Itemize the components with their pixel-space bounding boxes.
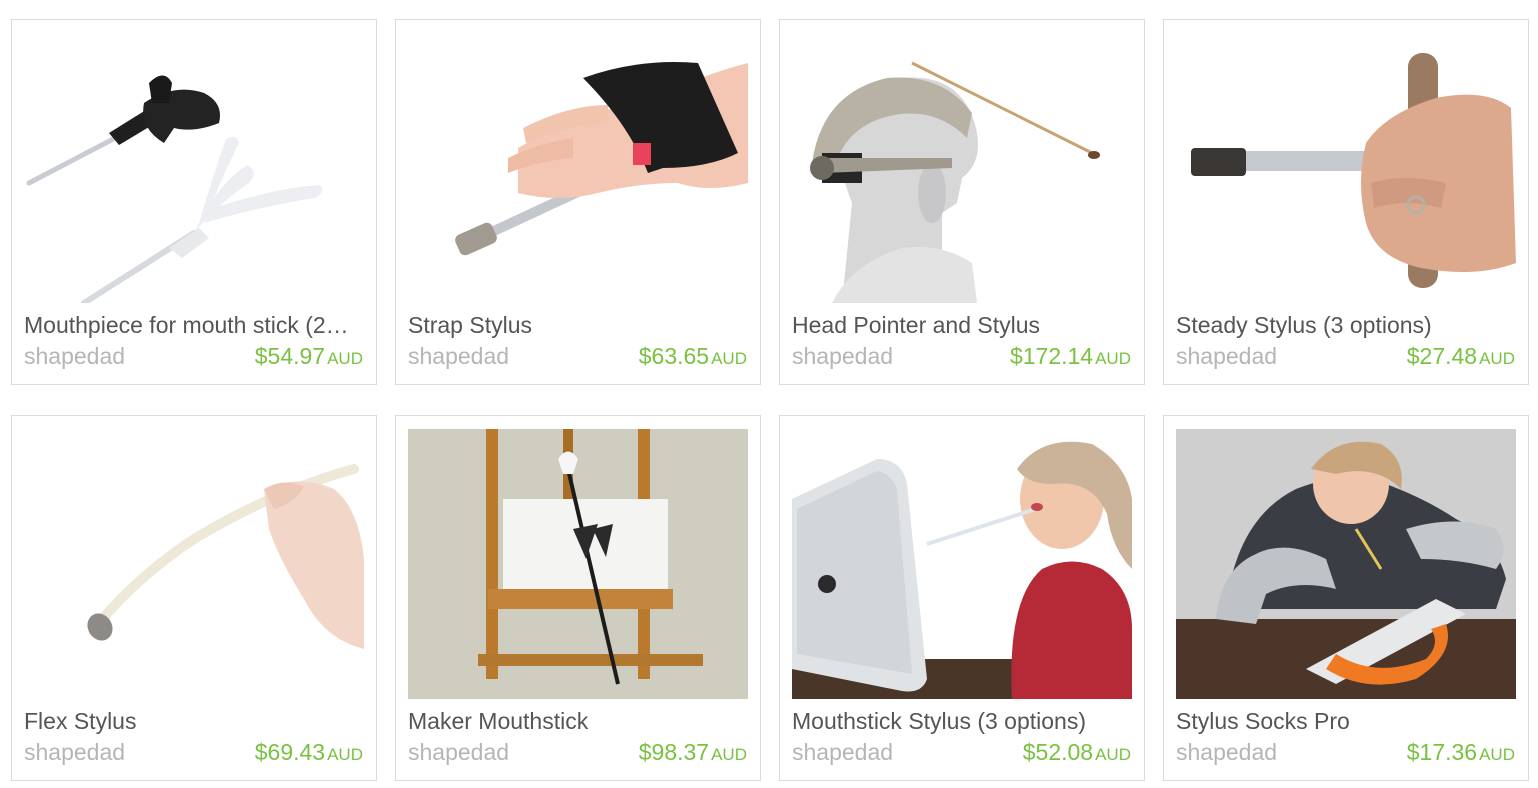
maker-mouthstick-photo (408, 429, 748, 699)
product-title[interactable]: Flex Stylus (24, 708, 366, 735)
price: $98.37 AUD (639, 739, 747, 766)
product-card[interactable]: Head Pointer and Stylus shapedad $172.14… (779, 19, 1145, 385)
strap-stylus-photo (408, 33, 748, 303)
price-amount: $27.48 (1406, 343, 1478, 369)
product-title[interactable]: Strap Stylus (408, 312, 750, 339)
price: $54.97 AUD (255, 343, 363, 370)
product-card[interactable]: Strap Stylus shapedad $63.65 AUD (395, 19, 761, 385)
shop-name[interactable]: shapedad (792, 739, 893, 766)
shop-name[interactable]: shapedad (24, 739, 125, 766)
product-image[interactable] (792, 33, 1132, 303)
price: $52.08 AUD (1023, 739, 1131, 766)
product-title[interactable]: Stylus Socks Pro (1176, 708, 1518, 735)
product-image[interactable] (1176, 429, 1516, 699)
price-amount: $63.65 (638, 343, 710, 369)
price-amount: $52.08 (1022, 739, 1094, 765)
product-image[interactable] (24, 429, 364, 699)
product-image[interactable] (792, 429, 1132, 699)
price-currency: AUD (1095, 349, 1131, 368)
product-image[interactable] (24, 33, 364, 303)
stylus-socks-photo (1176, 429, 1516, 699)
price: $17.36 AUD (1407, 739, 1515, 766)
mouthpiece-photo (24, 33, 364, 303)
price-currency: AUD (1479, 349, 1515, 368)
price-currency: AUD (327, 349, 363, 368)
product-title[interactable]: Head Pointer and Stylus (792, 312, 1134, 339)
price-currency: AUD (1479, 745, 1515, 764)
product-image[interactable] (408, 429, 748, 699)
steady-stylus-photo (1176, 33, 1516, 303)
shop-name[interactable]: shapedad (792, 343, 893, 370)
product-card[interactable]: Maker Mouthstick shapedad $98.37 AUD (395, 415, 761, 781)
product-title[interactable]: Mouthstick Stylus (3 options) (792, 708, 1134, 735)
product-card[interactable]: Mouthpiece for mouth stick (2… shapedad … (11, 19, 377, 385)
price-amount: $98.37 (638, 739, 710, 765)
mouthstick-stylus-photo (792, 429, 1132, 699)
price-currency: AUD (711, 349, 747, 368)
head-pointer-photo (792, 33, 1132, 303)
shop-name[interactable]: shapedad (1176, 739, 1277, 766)
product-card[interactable]: Stylus Socks Pro shapedad $17.36 AUD (1163, 415, 1529, 781)
shop-name[interactable]: shapedad (408, 343, 509, 370)
product-card[interactable]: Flex Stylus shapedad $69.43 AUD (11, 415, 377, 781)
product-title[interactable]: Maker Mouthstick (408, 708, 750, 735)
product-image[interactable] (1176, 33, 1516, 303)
price: $27.48 AUD (1407, 343, 1515, 370)
price-amount: $54.97 (254, 343, 326, 369)
price-currency: AUD (1095, 745, 1131, 764)
product-title[interactable]: Steady Stylus (3 options) (1176, 312, 1518, 339)
shop-name[interactable]: shapedad (408, 739, 509, 766)
price-currency: AUD (711, 745, 747, 764)
shop-name[interactable]: shapedad (24, 343, 125, 370)
price: $172.14 AUD (1010, 343, 1131, 370)
price-amount: $69.43 (254, 739, 326, 765)
product-card[interactable]: Mouthstick Stylus (3 options) shapedad $… (779, 415, 1145, 781)
product-image[interactable] (408, 33, 748, 303)
product-title[interactable]: Mouthpiece for mouth stick (2… (24, 312, 366, 339)
price-amount: $17.36 (1406, 739, 1478, 765)
flex-stylus-photo (24, 429, 364, 699)
price-amount: $172.14 (1009, 343, 1094, 369)
price: $63.65 AUD (639, 343, 747, 370)
price-currency: AUD (327, 745, 363, 764)
shop-name[interactable]: shapedad (1176, 343, 1277, 370)
product-card[interactable]: Steady Stylus (3 options) shapedad $27.4… (1163, 19, 1529, 385)
price: $69.43 AUD (255, 739, 363, 766)
